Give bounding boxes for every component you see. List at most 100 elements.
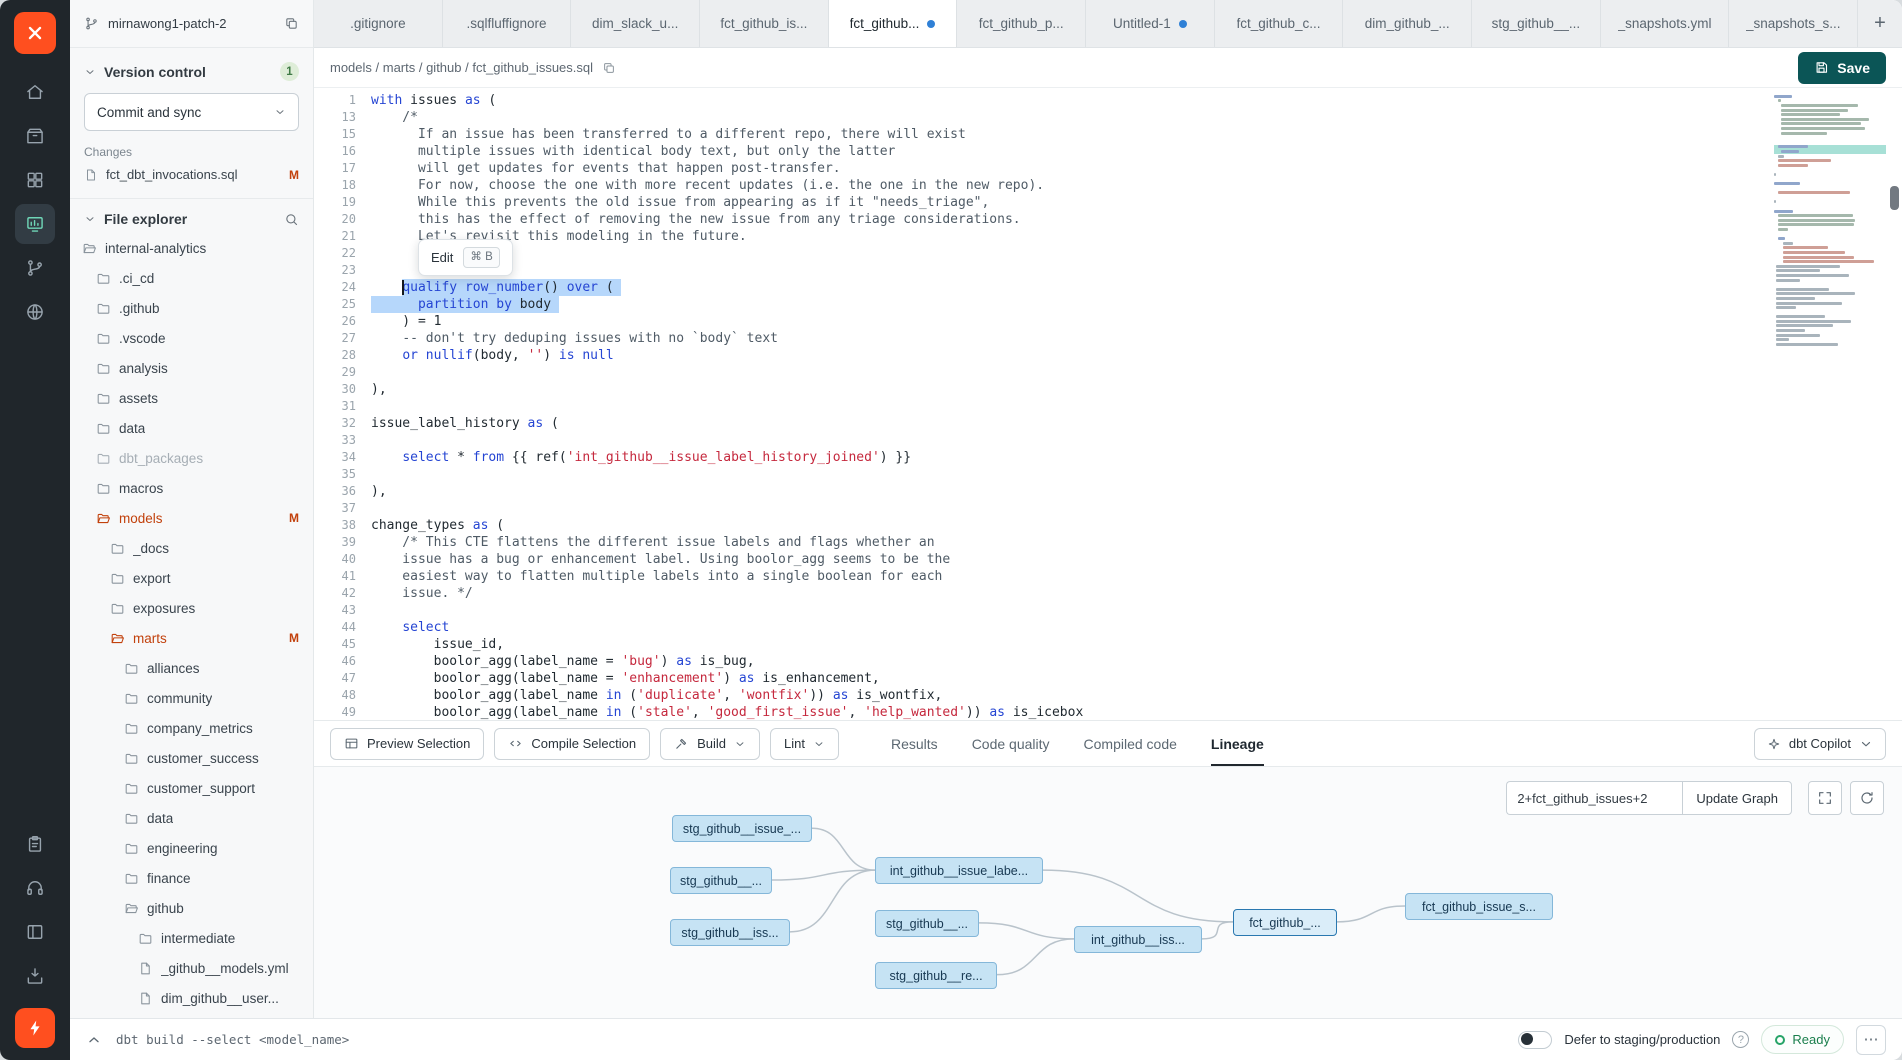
code-editor[interactable]: 1with issues as (13 /*15 If an issue has… [314,88,1902,720]
lineage-node[interactable]: int_github__issue_labe... [875,857,1043,884]
file-explorer-header[interactable]: File explorer [70,211,313,227]
tree-item[interactable]: _docs [70,533,313,563]
book-icon[interactable] [15,912,55,952]
tree-item[interactable]: finance [70,863,313,893]
update-graph-button[interactable]: Update Graph [1682,781,1792,815]
tree-item[interactable]: github [70,893,313,923]
code-line[interactable]: 31 [314,398,1902,415]
tree-item[interactable]: engineering [70,833,313,863]
more-menu-button[interactable]: ⋯ [1856,1025,1886,1055]
editor-tab[interactable]: _snapshots_s... [1729,0,1858,47]
lineage-node[interactable]: stg_github__... [670,867,772,894]
help-icon[interactable]: ? [1732,1031,1749,1048]
tree-item[interactable]: _github__models.yml [70,953,313,983]
defer-toggle[interactable] [1518,1031,1552,1049]
minimap[interactable] [1774,94,1886,347]
tree-item[interactable]: alliances [70,653,313,683]
tree-item[interactable]: customer_success [70,743,313,773]
code-line[interactable]: 42 issue. */ [314,585,1902,602]
fullscreen-button[interactable] [1808,781,1842,815]
code-line[interactable]: 30), [314,381,1902,398]
code-line[interactable]: 46 boolor_agg(label_name = 'bug') as is_… [314,653,1902,670]
clipboard-icon[interactable] [15,824,55,864]
collapse-panel-button[interactable] [86,1032,102,1048]
code-line[interactable]: 47 boolor_agg(label_name = 'enhancement'… [314,670,1902,687]
tree-item[interactable]: analysis [70,353,313,383]
new-tab-button[interactable]: + [1858,0,1902,47]
globe-icon[interactable] [15,292,55,332]
tree-item[interactable]: internal-analytics [70,233,313,263]
code-line[interactable]: 27 -- don't try deduping issues with no … [314,330,1902,347]
code-line[interactable]: 33 [314,432,1902,449]
code-line[interactable]: 40 issue has a bug or enhancement label.… [314,551,1902,568]
lineage-selector-input[interactable] [1506,781,1682,815]
lineage-node[interactable]: stg_github__re... [875,962,997,989]
copy-path-icon[interactable] [602,61,616,75]
code-line[interactable]: 43 [314,602,1902,619]
box-icon[interactable] [15,116,55,156]
home-icon[interactable] [15,72,55,112]
tree-item[interactable]: .github [70,293,313,323]
tree-item[interactable]: .vscode [70,323,313,353]
code-line[interactable]: 28 or nullif(body, '') is null [314,347,1902,364]
tree-item[interactable]: martsM [70,623,313,653]
code-line[interactable]: 17 will get updates for events that happ… [314,160,1902,177]
editor-tab[interactable]: stg_github__... [1472,0,1601,47]
editor-tab[interactable]: fct_github_p... [957,0,1086,47]
code-line[interactable]: 32issue_label_history as ( [314,415,1902,432]
code-line[interactable]: 37 [314,500,1902,517]
code-line[interactable]: 15 If an issue has been transferred to a… [314,126,1902,143]
dbt-copilot-button[interactable]: dbt Copilot [1754,728,1886,760]
code-line[interactable]: 29 [314,364,1902,381]
tree-item[interactable]: intermediate [70,923,313,953]
cli-command[interactable]: dbt build --select <model_name> [116,1032,349,1047]
tree-item[interactable]: .ci_cd [70,263,313,293]
branch-icon[interactable] [15,248,55,288]
code-line[interactable]: 38change_types as ( [314,517,1902,534]
tree-item[interactable]: community [70,683,313,713]
headset-icon[interactable] [15,868,55,908]
tree-item[interactable]: dbt_packages [70,443,313,473]
grid-icon[interactable] [15,160,55,200]
tab-compiled-code[interactable]: Compiled code [1084,721,1177,766]
editor-tab[interactable]: .sqlfluffignore [443,0,572,47]
editor-tab[interactable]: dim_github_... [1343,0,1472,47]
lineage-node[interactable]: stg_github__... [875,910,979,937]
code-line[interactable]: 1with issues as ( [314,92,1902,109]
edit-popup[interactable]: Edit ⌘ B [418,239,513,276]
code-line[interactable]: 41 easiest way to flatten multiple label… [314,568,1902,585]
lineage-node[interactable]: stg_github__iss... [670,919,790,946]
refresh-graph-button[interactable] [1850,781,1884,815]
code-line[interactable]: 25 partition by body [314,296,1902,313]
code-line[interactable]: 13 /* [314,109,1902,126]
tree-item[interactable]: assets [70,383,313,413]
tree-item[interactable]: dim_github__user... [70,983,313,1013]
tree-item[interactable]: export [70,563,313,593]
editor-tab[interactable]: .gitignore [314,0,443,47]
tab-results[interactable]: Results [891,721,938,766]
changed-file[interactable]: fct_dbt_invocations.sqlM [84,167,299,182]
workspace-logo[interactable] [15,1008,55,1048]
code-line[interactable]: 34 select * from {{ ref('int_github__iss… [314,449,1902,466]
preview-selection-button[interactable]: Preview Selection [330,728,484,760]
search-icon[interactable] [284,212,299,227]
package-icon[interactable] [15,956,55,996]
code-line[interactable]: 44 select [314,619,1902,636]
editor-tab[interactable]: Untitled-1 [1086,0,1215,47]
lineage-node[interactable]: fct_github_... [1233,909,1337,936]
code-line[interactable]: 35 [314,466,1902,483]
editor-tab[interactable]: fct_github_c... [1215,0,1344,47]
code-line[interactable]: 21 Let's revisit this modeling in the fu… [314,228,1902,245]
commit-and-sync-button[interactable]: Commit and sync [84,93,299,131]
build-button[interactable]: Build [660,728,760,760]
lineage-node[interactable]: fct_github_issue_s... [1405,893,1553,920]
develop-icon[interactable] [15,204,55,244]
tree-item[interactable]: data [70,413,313,443]
tree-item[interactable]: company_metrics [70,713,313,743]
code-line[interactable]: 24 qualify row_number() over ( [314,279,1902,296]
tree-item[interactable]: macros [70,473,313,503]
tab-lineage[interactable]: Lineage [1211,721,1264,766]
code-line[interactable]: 20 this has the effect of removing the n… [314,211,1902,228]
code-line[interactable]: 36), [314,483,1902,500]
version-control-header[interactable]: Version control 1 [84,62,299,81]
